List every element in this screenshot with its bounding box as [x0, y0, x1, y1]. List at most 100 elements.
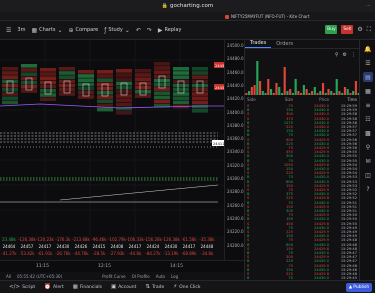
footprint-cell	[40, 93, 56, 97]
financials-button[interactable]: ▦ Financials	[73, 284, 102, 290]
histogram-bar	[261, 91, 264, 95]
strip-cell: -213.68k	[72, 237, 90, 242]
oi-profile-toggle[interactable]: OI Profile	[132, 274, 150, 279]
one-click-label: One Click	[179, 284, 201, 290]
news-icon[interactable]: ☷	[363, 114, 373, 124]
hamburger-icon[interactable]: ☰	[6, 27, 11, 34]
tab-trades[interactable]: Trades	[245, 40, 272, 48]
footprint-cell	[78, 82, 94, 87]
account-button[interactable]: ▣ Account	[111, 284, 136, 290]
buy-button[interactable]: Buy	[325, 25, 338, 34]
profit-curve-toggle[interactable]: Profit Curve	[102, 274, 126, 279]
footprint-cell	[154, 74, 170, 79]
layout-icon[interactable]: ◫	[363, 170, 373, 180]
histogram-bar	[346, 89, 349, 95]
footprint-cell	[192, 96, 208, 100]
browser-tab[interactable]: NIFTY25MAYFUT (NFO-FUT) - Kite Chart	[225, 13, 309, 20]
footprint-cell	[154, 87, 170, 91]
help-icon[interactable]: ?	[363, 184, 373, 194]
trades-icon[interactable]: ▤	[363, 72, 373, 82]
footprint-cell	[135, 94, 151, 98]
gear-icon[interactable]: ⚙	[357, 26, 362, 33]
browser-address-bar[interactable]: 🔒 gocharting.com ⋯	[0, 0, 375, 12]
replay-button[interactable]: ▶ Replay	[158, 27, 182, 34]
redo-icon[interactable]: ↷	[147, 27, 152, 34]
footprint-cell	[116, 98, 132, 102]
fullscreen-icon[interactable]: ⛶	[367, 26, 371, 34]
search-icon[interactable]: ⚲	[335, 52, 339, 58]
gear-icon[interactable]: ⚙	[343, 52, 347, 58]
footprint-cell	[2, 75, 18, 79]
chat-icon[interactable]: ✉	[363, 156, 373, 166]
alert-label: Alert	[53, 284, 64, 290]
strip-cell: -106.33k	[126, 237, 144, 242]
tab-orders[interactable]: Orders	[271, 41, 298, 48]
histogram-bar	[280, 93, 284, 95]
footprint-cell	[116, 81, 132, 86]
lock-icon: 🔒	[161, 3, 169, 9]
calendar-icon[interactable]: ▩	[363, 128, 373, 138]
sell-button[interactable]: Sell	[341, 25, 354, 34]
histogram-bar	[330, 91, 333, 95]
col-time: Time	[347, 97, 357, 102]
dom-icon[interactable]: ≡	[363, 100, 373, 110]
charts-button[interactable]: ▦ Charts ⌄	[31, 27, 62, 34]
time-axis[interactable]: 11:15 12:15 14:15	[0, 260, 244, 272]
alert-button[interactable]: ⏰ Alert	[44, 284, 64, 290]
footprint-cell	[59, 83, 75, 88]
footprint-cell	[116, 73, 132, 77]
compare-button[interactable]: ⊕ Compare	[69, 27, 99, 34]
url-text[interactable]: gocharting.com	[170, 3, 213, 9]
histogram-bar	[338, 91, 341, 95]
price-tick: 24260.0	[227, 202, 244, 208]
strip-cell: -61.56k	[181, 237, 197, 242]
study-button[interactable]: ƒ Study ⌄	[104, 27, 130, 34]
more-icon[interactable]: ⋯	[366, 3, 371, 9]
footprint-cell	[116, 94, 132, 98]
chart-type-icon: ▦	[31, 26, 38, 34]
auto-scale-toggle[interactable]: Auto	[156, 274, 165, 279]
footprint-cell	[97, 99, 113, 103]
charts-label: Charts	[39, 27, 56, 33]
more-icon[interactable]: ⋮	[351, 52, 356, 58]
col-size: Size	[284, 97, 293, 102]
histogram-bar	[324, 93, 327, 95]
histogram-bar	[349, 93, 352, 95]
log-scale-toggle[interactable]: Log	[171, 274, 178, 279]
footprint-chart: 24430 24431 24411	[0, 40, 224, 236]
interval-selector[interactable]: 3m	[17, 27, 25, 33]
undo-icon[interactable]: ↶	[136, 27, 141, 34]
bell-icon[interactable]: 🔔	[363, 44, 373, 54]
strip-cell: -41.27k	[1, 251, 17, 256]
histogram-bar	[264, 93, 267, 95]
footprint-cell	[192, 100, 208, 105]
price-tick: 24400.0	[227, 109, 244, 115]
trade-volume-histogram	[245, 61, 359, 95]
histogram-bar	[316, 93, 319, 95]
strip-cell: -176.3k	[55, 237, 71, 242]
footprint-cell	[154, 78, 170, 83]
range-all[interactable]: All	[6, 274, 11, 279]
footprint-cell	[154, 95, 170, 100]
script-label: Script	[22, 284, 36, 290]
histogram-bar	[250, 87, 253, 95]
price-axis[interactable]: 24500.0 24480.0 24460.0 24440.0 24420.0 24400…	[224, 40, 244, 260]
price-tick: 24340.0	[227, 149, 244, 155]
histogram-bar	[313, 87, 316, 95]
publish-button[interactable]: ▲ Publish	[346, 283, 372, 292]
footprint-cell	[21, 80, 37, 85]
chart-canvas[interactable]: 24430 24431 24411	[0, 40, 224, 236]
orderbook-icon[interactable]: ▦	[363, 86, 373, 96]
screener-icon[interactable]: ⚲	[363, 142, 373, 152]
watchlist-icon[interactable]: ☰	[363, 58, 373, 68]
histogram-bar	[245, 93, 248, 95]
footprint-cell	[154, 91, 170, 95]
footprint-cell	[173, 88, 189, 92]
trade-button[interactable]: ⇅ Trade	[145, 284, 164, 290]
strip-cell: 24448	[200, 244, 214, 249]
one-click-button[interactable]: ⚡ One Click	[173, 284, 200, 290]
script-button[interactable]: </> Script	[9, 284, 35, 290]
footprint-cell	[78, 74, 94, 78]
strip-cell: -120.23k	[36, 237, 54, 242]
footprint-cell	[21, 89, 37, 93]
